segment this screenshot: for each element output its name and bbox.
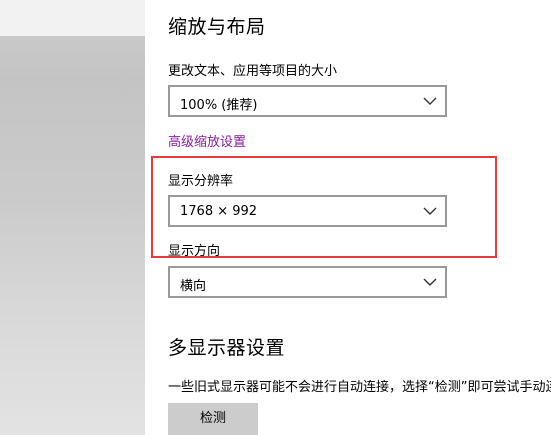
multi-display-description: 一些旧式显示器可能不会进行自动连接，选择“检测”即可尝试手动连接。 [168, 380, 551, 395]
detect-button[interactable]: 检测 [168, 403, 258, 435]
resolution-dropdown[interactable]: 1768 × 992 [168, 195, 447, 227]
resolution-label: 显示分辨率 [168, 174, 234, 189]
chevron-down-icon [423, 278, 437, 286]
advanced-scaling-link[interactable]: 高级缩放设置 [168, 131, 246, 150]
left-background-pane [0, 0, 145, 435]
resolution-dropdown-value: 1768 × 992 [180, 204, 258, 219]
scale-dropdown[interactable]: 100% (推荐) [168, 85, 447, 117]
scale-label: 更改文本、应用等项目的大小 [168, 64, 338, 79]
orientation-dropdown-value: 横向 [180, 279, 207, 294]
chevron-down-icon [423, 97, 437, 105]
left-header-band [0, 0, 145, 36]
orientation-dropdown[interactable]: 横向 [168, 266, 447, 298]
multi-display-title: 多显示器设置 [168, 337, 286, 359]
orientation-label: 显示方向 [168, 244, 221, 259]
scale-layout-title: 缩放与布局 [168, 16, 266, 38]
chevron-down-icon [423, 207, 437, 215]
scale-dropdown-value: 100% (推荐) [180, 98, 258, 113]
